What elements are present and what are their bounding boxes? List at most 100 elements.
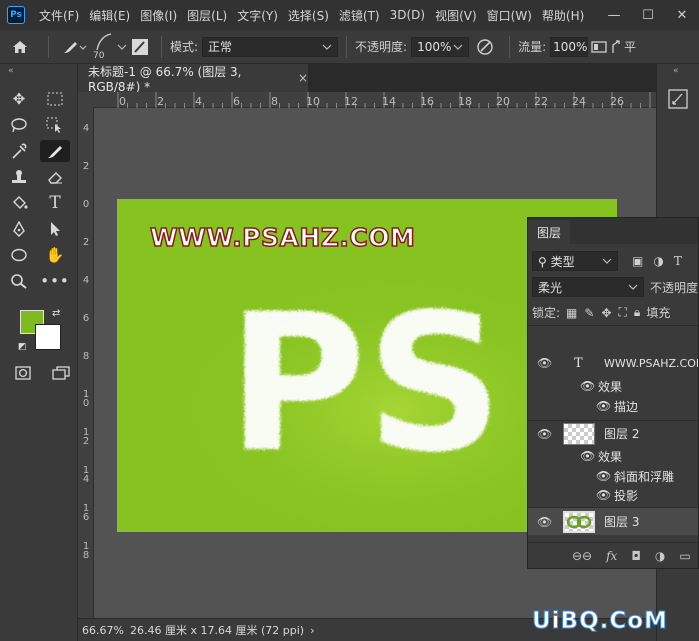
more-tools-icon[interactable]: ••• bbox=[40, 270, 70, 292]
layer-row-layer-3[interactable]: 👁︎ 图层 3 bbox=[528, 507, 698, 535]
brush-tool-icon[interactable] bbox=[40, 140, 70, 162]
layer-thumbnail bbox=[563, 510, 595, 533]
collapse-icon[interactable]: « bbox=[0, 64, 77, 78]
history-panel-icon[interactable] bbox=[667, 88, 689, 110]
layer-row-text[interactable]: 👁︎ T WWW.PSAHZ.COM bbox=[528, 351, 698, 375]
effect-item[interactable]: 👁︎ 描边 bbox=[528, 396, 698, 416]
flow-input[interactable]: 100% bbox=[550, 36, 589, 57]
lock-transparency-icon[interactable]: ▦ bbox=[566, 306, 577, 320]
ruler-tick-label: 10 bbox=[82, 389, 90, 409]
pen-tool-icon[interactable] bbox=[4, 218, 34, 240]
lock-position-icon[interactable]: ✥ bbox=[601, 306, 611, 320]
move-tool-icon[interactable]: ✥ bbox=[4, 88, 34, 110]
layers-panel: 图层 ⚲ 类型 ▣ ◑ T 柔光 不透明度 锁定: ▦ ✎ ✥ ⛶ 🔒︎ 填充 … bbox=[527, 217, 699, 569]
menu-view[interactable]: 视图(V) bbox=[435, 7, 477, 24]
menu-filter[interactable]: 滤镜(T) bbox=[339, 7, 380, 24]
opacity-input[interactable]: 100% bbox=[411, 36, 470, 57]
text-layer-icon: T bbox=[574, 355, 583, 371]
zoom-level[interactable]: 66.67% bbox=[82, 624, 130, 637]
lock-all-icon[interactable]: 🔒︎ bbox=[634, 305, 640, 320]
layers-tab[interactable]: 图层 bbox=[528, 220, 571, 244]
document-tabs: 未标题-1 @ 66.7% (图层 3, RGB/8#) * × bbox=[78, 64, 656, 94]
smoothing-icon[interactable] bbox=[610, 39, 624, 55]
chevron-down-icon bbox=[602, 258, 612, 264]
new-group-icon[interactable]: ▭ bbox=[679, 549, 690, 563]
brush-settings-icon[interactable] bbox=[127, 38, 153, 56]
ruler-tick-label: 8 bbox=[271, 95, 278, 108]
menu-file[interactable]: 文件(F) bbox=[39, 7, 79, 24]
ruler-tick-label: 0 bbox=[82, 199, 90, 210]
ruler-tick-label: 4 bbox=[82, 123, 90, 134]
lock-pixels-icon[interactable]: ✎ bbox=[584, 306, 594, 320]
background-color[interactable] bbox=[35, 324, 61, 350]
lasso-tool-icon[interactable] bbox=[4, 114, 34, 136]
menu-image[interactable]: 图像(I) bbox=[140, 7, 177, 24]
effect-eye-icon[interactable]: 👁︎ bbox=[580, 379, 595, 393]
horizontal-ruler: 0 2 4 6 8 10 12 14 16 18 20 22 24 26 bbox=[94, 92, 656, 108]
blend-mode-select[interactable]: 柔光 bbox=[532, 277, 644, 297]
close-tab-icon[interactable]: × bbox=[298, 71, 308, 85]
hand-tool-icon[interactable]: ✋ bbox=[40, 244, 70, 266]
eyedropper-tool-icon[interactable] bbox=[4, 140, 34, 162]
effect-item[interactable]: 👁︎ 投影 bbox=[528, 485, 698, 505]
menu-layer[interactable]: 图层(L) bbox=[187, 7, 227, 24]
menu-help[interactable]: 帮助(H) bbox=[542, 7, 584, 24]
status-menu-arrow[interactable]: › bbox=[310, 624, 314, 637]
type-tool-icon[interactable]: T bbox=[40, 192, 70, 214]
effect-eye-icon[interactable]: 👁︎ bbox=[580, 449, 595, 463]
zoom-tool-icon[interactable] bbox=[4, 270, 34, 292]
pressure-opacity-icon[interactable] bbox=[469, 38, 501, 56]
default-colors-icon[interactable]: ◩ bbox=[18, 342, 27, 352]
effects-label: 效果 bbox=[598, 449, 623, 464]
menu-type[interactable]: 文字(Y) bbox=[237, 7, 278, 24]
effects-row[interactable]: 👁︎ 效果 bbox=[528, 446, 698, 466]
layers-footer: ⊖⊖ fx ◘ ◑ ▭ bbox=[528, 542, 698, 568]
screen-mode-icon[interactable] bbox=[50, 362, 72, 384]
brush-size-picker[interactable]: 70 bbox=[91, 32, 127, 62]
quick-mask-icon[interactable] bbox=[12, 362, 34, 384]
effects-row[interactable]: 👁︎ 效果 bbox=[528, 376, 698, 396]
swap-colors-icon[interactable]: ⇄ bbox=[52, 308, 60, 319]
menu-edit[interactable]: 编辑(E) bbox=[89, 7, 130, 24]
visibility-eye-icon[interactable]: 👁︎ bbox=[537, 515, 552, 529]
effect-eye-icon[interactable]: 👁︎ bbox=[596, 469, 611, 483]
layer-filter-select[interactable]: ⚲ 类型 bbox=[532, 251, 618, 271]
filter-pixel-icon[interactable]: ▣ bbox=[632, 254, 643, 268]
eraser-tool-icon[interactable] bbox=[40, 166, 70, 188]
menu-3d[interactable]: 3D(D) bbox=[390, 8, 425, 22]
layer-row-layer-2[interactable]: 👁︎ 图层 2 bbox=[528, 420, 698, 446]
filter-type-icon[interactable]: T bbox=[674, 254, 682, 268]
airbrush-icon[interactable] bbox=[588, 40, 610, 54]
menu-window[interactable]: 窗口(W) bbox=[487, 7, 532, 24]
home-icon[interactable] bbox=[0, 39, 40, 55]
brush-preset-icon[interactable] bbox=[57, 39, 91, 55]
filter-adjustment-icon[interactable]: ◑ bbox=[653, 254, 663, 268]
effect-eye-icon[interactable]: 👁︎ bbox=[596, 399, 611, 413]
stamp-tool-icon[interactable] bbox=[4, 166, 34, 188]
effect-eye-icon[interactable]: 👁︎ bbox=[596, 488, 611, 502]
menu-select[interactable]: 选择(S) bbox=[288, 7, 329, 24]
ruler-tick-label: 6 bbox=[82, 313, 90, 324]
ellipse-tool-icon[interactable] bbox=[4, 244, 34, 266]
add-mask-icon[interactable]: ◘ bbox=[631, 549, 641, 563]
visibility-eye-icon[interactable]: 👁︎ bbox=[537, 356, 552, 370]
maximize-button[interactable]: ☐ bbox=[631, 8, 665, 23]
flow-label: 流量: bbox=[518, 40, 547, 54]
adjustment-layer-icon[interactable]: ◑ bbox=[655, 549, 665, 563]
close-window-button[interactable]: ✕ bbox=[665, 8, 699, 23]
smoothing-label: 平 bbox=[624, 40, 637, 54]
object-select-tool-icon[interactable] bbox=[40, 114, 70, 136]
fx-icon[interactable]: fx bbox=[606, 549, 617, 563]
link-layers-icon[interactable]: ⊖⊖ bbox=[572, 549, 592, 563]
visibility-eye-icon[interactable]: 👁︎ bbox=[537, 427, 552, 441]
document-tab[interactable]: 未标题-1 @ 66.7% (图层 3, RGB/8#) * × bbox=[78, 64, 308, 94]
lock-artboard-icon[interactable]: ⛶ bbox=[619, 305, 627, 320]
paint-bucket-tool-icon[interactable] bbox=[4, 192, 34, 214]
marquee-tool-icon[interactable] bbox=[40, 88, 70, 110]
mode-select[interactable]: 正常 bbox=[202, 36, 339, 57]
minimize-button[interactable]: — bbox=[597, 8, 631, 23]
ruler-tick-label: 2 bbox=[82, 161, 90, 172]
effect-item[interactable]: 👁︎ 斜面和浮雕 bbox=[528, 466, 698, 486]
path-select-tool-icon[interactable] bbox=[40, 218, 70, 240]
collapse-icon[interactable]: « bbox=[657, 64, 699, 78]
